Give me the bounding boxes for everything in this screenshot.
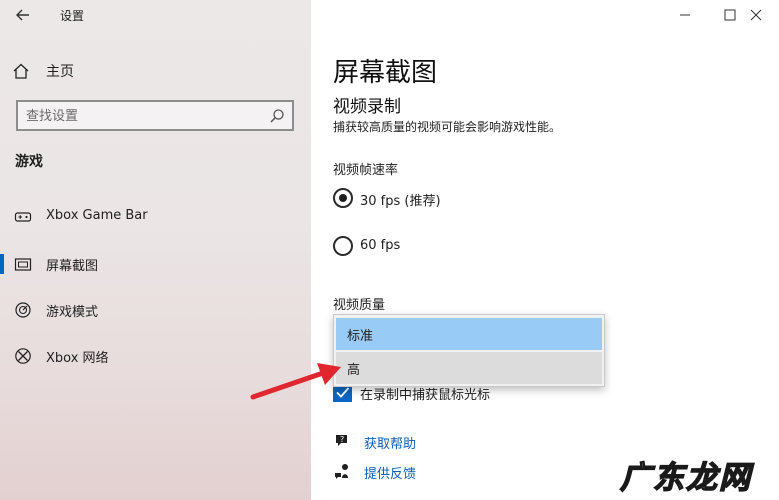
sidebar-item-game-mode[interactable]: 游戏模式 [0,293,311,327]
screenshot-icon [14,258,32,271]
sidebar-item-label: Xbox Game Bar [46,208,148,223]
sidebar-item-label: 屏幕截图 [46,259,99,274]
sidebar-item-label: 主页 [46,64,74,80]
radio-60fps[interactable]: 60 fps [333,236,533,258]
radio-circle[interactable] [333,236,353,256]
sidebar-item-label: 游戏模式 [46,305,99,320]
radio-circle[interactable] [333,188,353,208]
quality-dropdown-list[interactable]: 标准 高 [333,314,605,387]
sidebar-item-screenshot[interactable]: 屏幕截图 [0,247,311,281]
back-button[interactable] [12,5,34,25]
xbox-game-bar-icon [14,212,32,222]
radio-30fps[interactable]: 30 fps (推荐) [333,188,533,210]
sidebar-item-xbox-game-bar[interactable]: Xbox Game Bar [0,200,311,234]
search-input[interactable] [26,107,266,125]
feedback-icon [335,464,348,479]
description-text: 捕获较高质量的视频可能会影响游戏性能。 [333,120,562,134]
minimize-icon [680,14,690,16]
get-help-link[interactable]: ? 获取帮助 [333,431,533,452]
sidebar-item-label: Xbox 网络 [46,351,109,366]
link-label: 获取帮助 [364,437,417,452]
home-icon [13,63,29,79]
sidebar: 设置 主页 游戏 Xbox Game Bar 屏幕截图 [0,0,311,500]
svg-text:?: ? [340,435,344,444]
section-subtitle: 视频录制 [333,97,401,117]
watermark-text: 广东龙网 [619,459,752,496]
help-icon: ? [336,435,347,446]
page-title: 屏幕截图 [333,58,438,88]
annotation-arrow-icon [250,363,341,400]
close-icon [750,9,762,21]
back-arrow-icon [16,9,29,21]
selected-indicator [0,254,4,274]
radio-label: 30 fps (推荐) [360,194,441,209]
close-button[interactable] [733,0,779,30]
search-icon[interactable] [269,108,285,124]
window-title: 设置 [60,9,85,23]
dropdown-option-standard[interactable]: 标准 [336,318,602,350]
radio-dot [339,194,347,202]
dropdown-option-high[interactable]: 高 [336,352,602,384]
sidebar-item-home[interactable]: 主页 [12,59,302,83]
radio-label: 60 fps [360,238,401,253]
xbox-icon [15,348,31,364]
framerate-label: 视频帧速率 [333,163,399,178]
section-title: 游戏 [15,154,43,170]
game-mode-icon [15,302,31,318]
link-label: 提供反馈 [364,467,417,482]
search-box[interactable] [16,100,294,131]
minimize-button[interactable] [662,0,708,30]
give-feedback-link[interactable]: 提供反馈 [333,461,533,482]
quality-label: 视频质量 [333,298,386,313]
